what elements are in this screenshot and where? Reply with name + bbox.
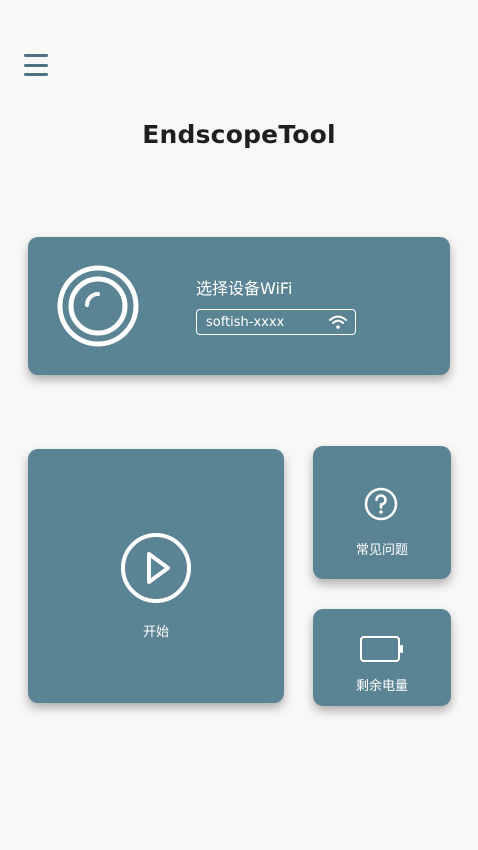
battery-button[interactable]: 剩余电量 bbox=[313, 609, 451, 706]
battery-label: 剩余电量 bbox=[355, 679, 408, 694]
wifi-network-name: softish-xxxx bbox=[206, 314, 285, 330]
faq-label: 常见问题 bbox=[355, 543, 408, 558]
hamburger-menu-icon bbox=[24, 54, 48, 57]
app-title: EndscopeTool bbox=[142, 120, 336, 149]
play-icon bbox=[121, 533, 191, 603]
start-button[interactable]: 开始 bbox=[28, 449, 284, 703]
wifi-icon bbox=[329, 315, 347, 329]
wifi-heading: 选择设备WiFi bbox=[196, 279, 293, 298]
question-icon bbox=[364, 487, 398, 521]
wifi-select[interactable]: softish-xxxx bbox=[196, 309, 356, 335]
wifi-card: 选择设备WiFi softish-xxxx bbox=[28, 237, 450, 375]
start-label: 开始 bbox=[142, 625, 169, 640]
menu-button[interactable] bbox=[24, 54, 48, 76]
battery-icon bbox=[360, 636, 403, 662]
camera-lens-icon bbox=[57, 265, 139, 347]
faq-button[interactable]: 常见问题 bbox=[313, 446, 451, 579]
